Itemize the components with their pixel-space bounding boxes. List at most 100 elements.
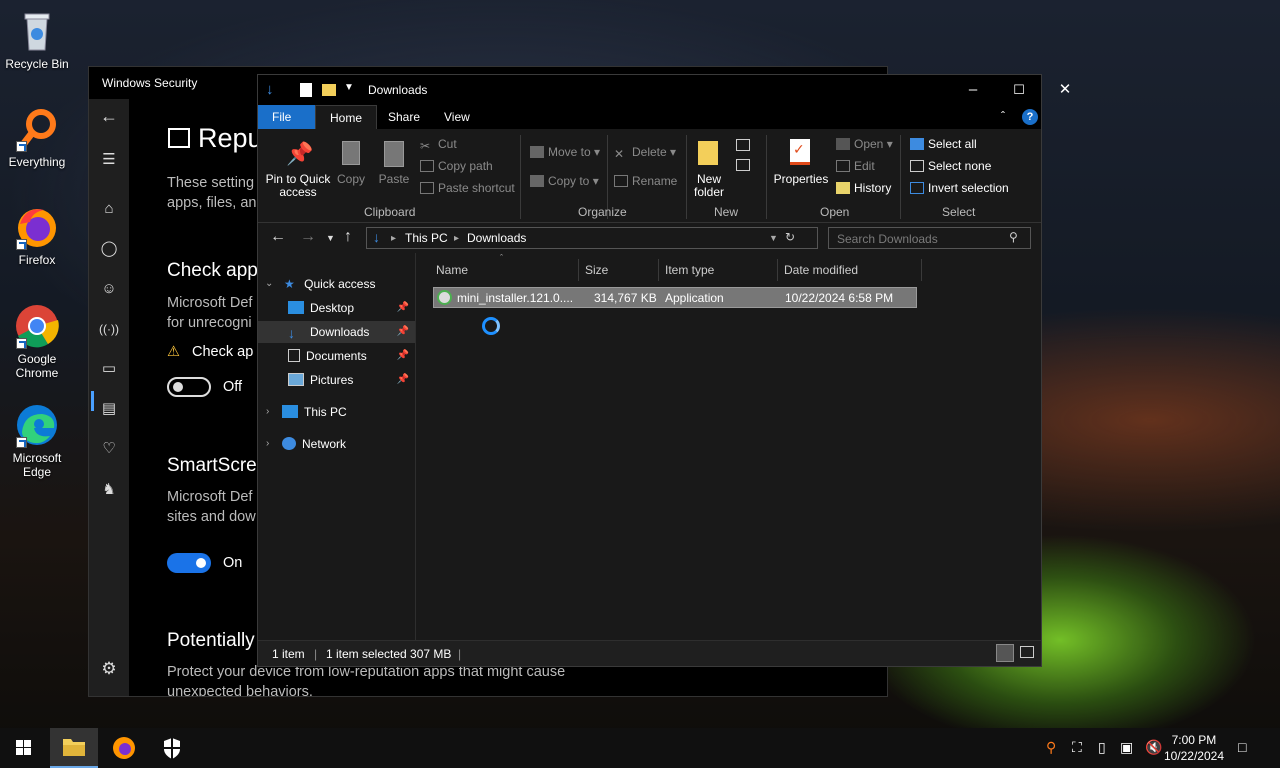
column-header-type[interactable]: Item type xyxy=(659,259,778,281)
details-view-icon[interactable] xyxy=(996,644,1014,662)
tree-downloads[interactable]: ↓ Downloads 📌 xyxy=(258,321,415,343)
tree-quick-access[interactable]: ⌄ ★ Quick access xyxy=(258,273,415,295)
copy-path-button[interactable]: Copy path xyxy=(420,160,493,173)
select-none-button[interactable]: Select none xyxy=(910,160,991,173)
new-folder-button[interactable]: New folder xyxy=(690,173,728,199)
desktop-icon-edge[interactable]: Microsoft Edge xyxy=(4,402,70,479)
open-button[interactable]: Open ▾ xyxy=(836,138,893,151)
search-box[interactable]: Search Downloads ⚲ xyxy=(828,227,1031,249)
device-security-icon[interactable]: ▤ xyxy=(99,399,119,419)
paste-shortcut-button[interactable]: Paste shortcut xyxy=(420,182,515,195)
back-button[interactable]: ← xyxy=(270,228,286,246)
copy-button[interactable]: Copy xyxy=(334,173,368,186)
help-icon[interactable]: ? xyxy=(1022,109,1038,125)
tree-documents[interactable]: Documents 📌 xyxy=(258,345,415,367)
check-apps-toggle[interactable] xyxy=(167,377,211,397)
refresh-icon[interactable]: ↻ xyxy=(785,230,795,244)
home-icon[interactable]: ⌂ xyxy=(99,199,119,219)
start-button[interactable] xyxy=(0,728,48,768)
history-button[interactable]: History xyxy=(836,182,891,195)
desktop-icon-chrome[interactable]: Google Chrome xyxy=(4,303,70,380)
notifications-icon[interactable]: □ xyxy=(1238,739,1246,755)
clock-time: 7:00 PM xyxy=(1171,733,1217,747)
column-header-size[interactable]: Size xyxy=(579,259,659,281)
desktop-icon xyxy=(288,301,304,314)
tree-network[interactable]: › Network xyxy=(258,433,415,455)
forward-button[interactable]: → xyxy=(300,228,316,246)
network-tray-icon[interactable]: ▣ xyxy=(1120,739,1133,756)
volume-muted-icon[interactable]: 🔇 xyxy=(1145,739,1162,756)
tree-desktop[interactable]: Desktop 📌 xyxy=(258,297,415,319)
pane-divider[interactable] xyxy=(415,253,416,640)
file-row[interactable]: mini_installer.121.0.... 314,767 KB Appl… xyxy=(433,287,917,308)
explorer-titlebar[interactable]: ↓ ▼ Downloads – ☐ ✕ xyxy=(258,75,1071,105)
paste-button[interactable]: Paste xyxy=(376,173,412,186)
everything-tray-icon[interactable]: ⚲ xyxy=(1046,739,1056,756)
maximize-button[interactable]: ☐ xyxy=(996,75,1042,105)
installer-app-icon xyxy=(437,290,452,305)
settings-gear-icon[interactable]: ⚙ xyxy=(99,659,119,679)
cut-button[interactable]: ✂ Cut xyxy=(420,138,457,153)
tab-share[interactable]: Share xyxy=(374,105,434,129)
taskbar-windows-security[interactable] xyxy=(148,728,196,768)
app-browser-control-icon[interactable]: ▭ xyxy=(99,359,119,379)
hamburger-menu-icon[interactable]: ☰ xyxy=(99,150,119,170)
chevron-right-icon[interactable]: › xyxy=(266,433,269,455)
desktop-icon-everything[interactable]: Everything xyxy=(4,106,70,169)
qat-properties-icon[interactable] xyxy=(300,83,312,97)
breadcrumb-this-pc[interactable]: This PC xyxy=(405,231,448,245)
collapse-ribbon-icon[interactable]: ˆ xyxy=(1001,109,1005,123)
back-arrow-icon[interactable]: ← xyxy=(99,106,119,126)
taskbar-file-explorer[interactable] xyxy=(50,728,98,768)
file-explorer-window: ↓ ▼ Downloads – ☐ ✕ File Home Share View… xyxy=(257,74,1071,667)
move-to-icon xyxy=(530,146,544,158)
move-to-button[interactable]: Move to ▾ xyxy=(530,146,600,159)
delete-button[interactable]: ✕ Delete ▾ xyxy=(614,146,676,161)
up-button[interactable]: ↑ xyxy=(344,228,352,246)
address-downloads-icon: ↓ xyxy=(373,229,380,245)
edit-button[interactable]: Edit xyxy=(836,160,875,173)
qat-folder-icon[interactable] xyxy=(322,84,336,96)
search-input[interactable]: Search Downloads xyxy=(837,232,938,246)
chevron-right-icon[interactable]: › xyxy=(266,401,269,423)
usb-tray-icon[interactable]: ▯ xyxy=(1098,739,1106,756)
address-bar[interactable]: ↓ ▸ This PC ▸ Downloads ▼ ↻ xyxy=(366,227,818,249)
file-type: Application xyxy=(665,291,724,305)
properties-button[interactable]: Properties xyxy=(772,173,830,186)
desktop-icon-recycle-bin[interactable]: Recycle Bin xyxy=(4,8,70,71)
chevron-down-icon[interactable]: ⌄ xyxy=(265,273,273,295)
close-button[interactable]: ✕ xyxy=(1042,75,1088,105)
tab-home[interactable]: Home xyxy=(315,105,378,129)
health-heart-icon[interactable]: ♡ xyxy=(99,439,119,459)
column-header-date[interactable]: Date modified xyxy=(778,259,922,281)
select-all-button[interactable]: Select all xyxy=(910,138,977,151)
tab-view[interactable]: View xyxy=(430,105,484,129)
invert-selection-button[interactable]: Invert selection xyxy=(910,182,1009,195)
account-icon[interactable]: ☺ xyxy=(99,279,119,299)
easy-access-icon[interactable] xyxy=(736,159,750,171)
pin-to-quick-access-button[interactable]: Pin to Quick access xyxy=(264,173,332,199)
qat-dropdown-icon[interactable]: ▼ xyxy=(344,82,354,93)
ribbon-tabs: File Home Share View ˆ ? xyxy=(258,105,1041,129)
minimize-button[interactable]: – xyxy=(950,75,996,105)
recent-locations-button[interactable]: ▼ xyxy=(326,233,335,243)
family-icon[interactable]: ♞ xyxy=(99,480,119,500)
security-tray-icon[interactable]: ⛶ xyxy=(1072,739,1082,756)
network-antenna-icon[interactable]: ((·)) xyxy=(99,319,119,339)
column-header-name[interactable]: Name xyxy=(430,259,579,281)
pin-icon: 📌 xyxy=(396,302,409,313)
taskbar-firefox[interactable] xyxy=(100,728,148,768)
large-icons-view-icon[interactable] xyxy=(1020,646,1034,658)
clock[interactable]: 7:00 PM 10/22/2024 xyxy=(1164,732,1224,764)
desktop-icon-firefox[interactable]: Firefox xyxy=(4,204,70,267)
breadcrumb-downloads[interactable]: Downloads xyxy=(467,231,526,245)
smartscreen-toggle[interactable] xyxy=(167,553,211,573)
tree-pictures[interactable]: Pictures 📌 xyxy=(258,369,415,391)
rename-button[interactable]: Rename xyxy=(614,175,677,188)
address-dropdown-icon[interactable]: ▼ xyxy=(769,233,778,243)
tab-file[interactable]: File xyxy=(258,105,315,129)
tree-this-pc[interactable]: › This PC xyxy=(258,401,415,423)
copy-to-button[interactable]: Copy to ▾ xyxy=(530,175,599,188)
shield-icon[interactable]: ◯ xyxy=(99,239,119,259)
new-item-icon[interactable] xyxy=(736,139,750,151)
